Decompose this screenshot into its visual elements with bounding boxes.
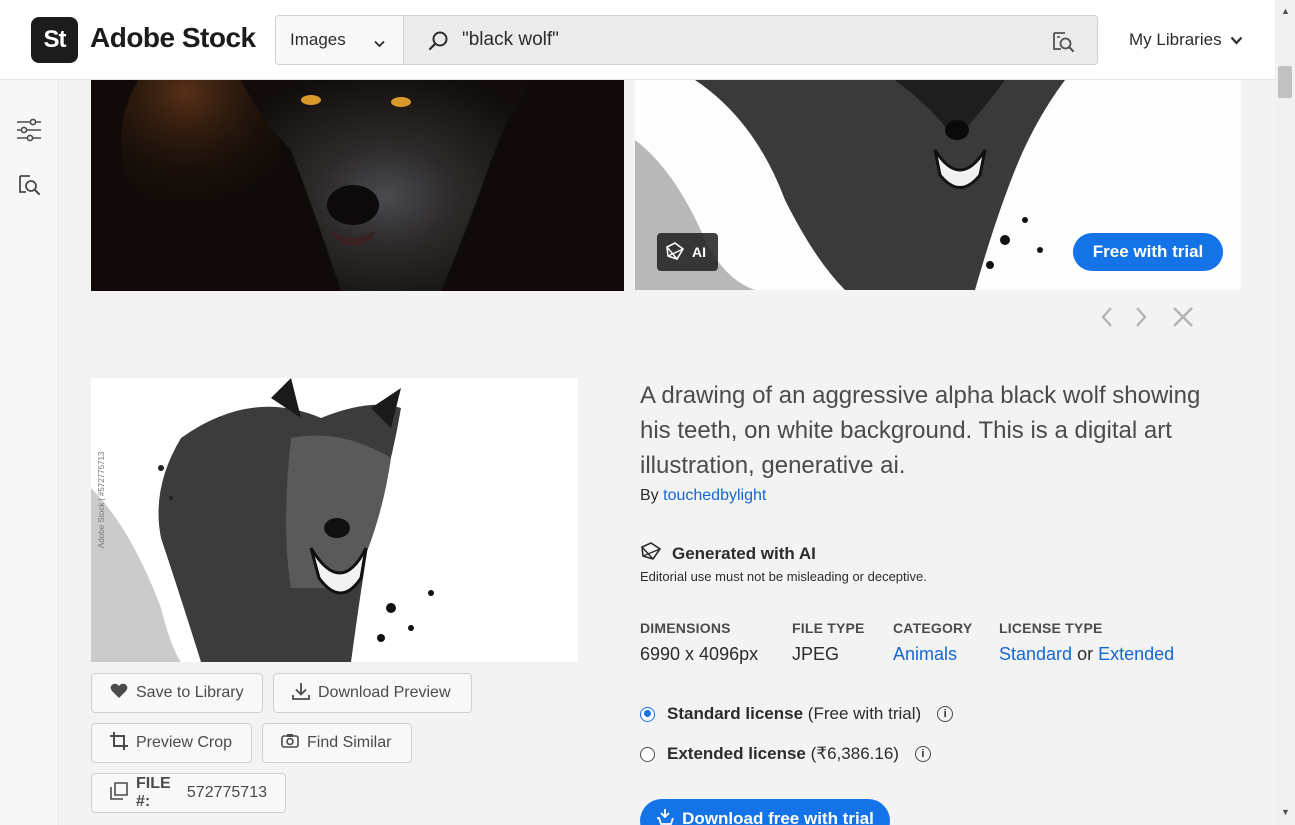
author-link[interactable]: touchedbylight <box>663 487 766 504</box>
byline: By touchedbylight <box>640 487 766 505</box>
download-icon <box>292 682 310 705</box>
search-input[interactable] <box>462 16 1022 64</box>
download-free-label: Download free with trial <box>682 809 874 825</box>
preview-crop-button[interactable]: Preview Crop <box>91 723 252 763</box>
meta-dimensions: DIMENSIONS 6990 x 4096px <box>640 620 758 665</box>
file-icon <box>110 781 128 805</box>
scroll-down-arrow-icon[interactable]: ▼ <box>1281 807 1290 817</box>
chevron-down-icon <box>374 33 385 53</box>
chevron-left-icon[interactable] <box>1100 306 1114 328</box>
ai-generated-icon <box>665 241 685 264</box>
scroll-thumb[interactable] <box>1278 66 1292 98</box>
info-icon[interactable]: i <box>937 706 954 722</box>
visual-search-icon[interactable] <box>1051 29 1075 58</box>
download-preview-button[interactable]: Download Preview <box>273 673 472 713</box>
search-type-label: Images <box>290 30 346 49</box>
file-number-box[interactable]: FILE #: 572775713 <box>91 773 286 813</box>
category-label: CATEGORY <box>893 620 973 636</box>
filter-button[interactable] <box>15 118 43 146</box>
main-content: AI Free with trial Adobe Stock | #572775… <box>60 80 1275 825</box>
gallery-image-wolf-dark[interactable] <box>91 80 624 291</box>
image-watermark: Adobe Stock | #572775713 <box>97 451 106 548</box>
file-number-value: 572775713 <box>186 784 267 801</box>
save-to-library-label: Save to Library <box>136 684 244 701</box>
file-type-label: FILE TYPE <box>792 620 865 636</box>
my-libraries-label: My Libraries <box>1129 30 1222 49</box>
header: St Adobe Stock Images My Libraries <box>0 0 1275 80</box>
page-scrollbar[interactable]: ▲ ▼ <box>1275 0 1295 825</box>
license-type-label: LICENSE TYPE <box>999 620 1103 636</box>
heart-icon <box>110 683 128 704</box>
dimensions-label: DIMENSIONS <box>640 620 731 636</box>
file-number-label: FILE #: <box>136 775 171 810</box>
standard-license-name: Standard license <box>667 704 804 723</box>
search-icon <box>428 30 450 57</box>
detail-nav-controls <box>1100 306 1194 328</box>
my-libraries-menu[interactable]: My Libraries <box>1129 30 1243 50</box>
visual-search-button[interactable] <box>15 172 43 200</box>
byline-prefix: By <box>640 487 659 504</box>
cart-download-icon <box>656 809 674 825</box>
save-to-library-button[interactable]: Save to Library <box>91 673 263 713</box>
standard-license-radio[interactable] <box>640 706 655 722</box>
category-link[interactable]: Animals <box>893 644 957 664</box>
editorial-note: Editorial use must not be misleading or … <box>640 569 927 584</box>
free-with-trial-button[interactable]: Free with trial <box>1073 233 1223 271</box>
ai-badge-label: AI <box>692 244 706 260</box>
find-similar-label: Find Similar <box>307 734 392 751</box>
dimensions-value: 6990 x 4096px <box>640 644 759 664</box>
ai-generated-icon <box>640 541 662 566</box>
standard-license-price: (Free with trial) <box>807 704 922 723</box>
standard-license-option[interactable]: Standard license (Free with trial) i <box>640 704 954 724</box>
ai-badge: AI <box>657 233 718 271</box>
find-similar-button[interactable]: Find Similar <box>262 723 412 763</box>
extended-license-radio[interactable] <box>640 746 655 762</box>
meta-category: CATEGORY Animals <box>893 620 972 665</box>
camera-icon <box>281 733 299 753</box>
search-bar: Images <box>275 15 1098 65</box>
download-preview-label: Download Preview <box>318 684 451 701</box>
chevron-right-icon[interactable] <box>1134 306 1148 328</box>
download-free-with-trial-button[interactable]: Download free with trial <box>640 799 890 825</box>
gallery-image-wolf-sketch[interactable]: AI Free with trial <box>635 80 1241 290</box>
preview-crop-label: Preview Crop <box>136 734 233 751</box>
filter-icon <box>16 118 42 147</box>
asset-title: A drawing of an aggressive alpha black w… <box>640 382 1201 479</box>
scroll-up-arrow-icon[interactable]: ▲ <box>1281 6 1290 16</box>
license-or-text: or <box>1077 644 1094 664</box>
file-type-value: JPEG <box>792 644 840 664</box>
info-icon[interactable]: i <box>914 746 931 762</box>
extended-license-link[interactable]: Extended <box>1098 644 1174 664</box>
extended-license-option[interactable]: Extended license (₹6,386.16) i <box>640 744 931 764</box>
chevron-down-icon <box>1230 30 1243 50</box>
visual-search-icon <box>17 172 41 201</box>
detail-preview-image[interactable]: Adobe Stock | #572775713 <box>91 378 578 662</box>
close-icon[interactable] <box>1172 306 1194 328</box>
adobe-stock-logo[interactable]: St <box>31 17 78 63</box>
search-type-dropdown[interactable]: Images <box>276 16 404 64</box>
generated-with-ai: Generated with AI <box>640 541 816 566</box>
standard-license-link[interactable]: Standard <box>999 644 1072 664</box>
generated-with-ai-label: Generated with AI <box>672 543 816 563</box>
extended-license-price: (₹6,386.16) <box>810 744 899 763</box>
left-rail <box>0 80 59 825</box>
extended-license-name: Extended license <box>667 744 806 763</box>
crop-icon <box>110 731 128 755</box>
logo-text[interactable]: Adobe Stock <box>90 22 256 54</box>
meta-file-type: FILE TYPE JPEG <box>792 620 865 665</box>
meta-license-type: LICENSE TYPE Standard or Extended <box>999 620 1174 665</box>
